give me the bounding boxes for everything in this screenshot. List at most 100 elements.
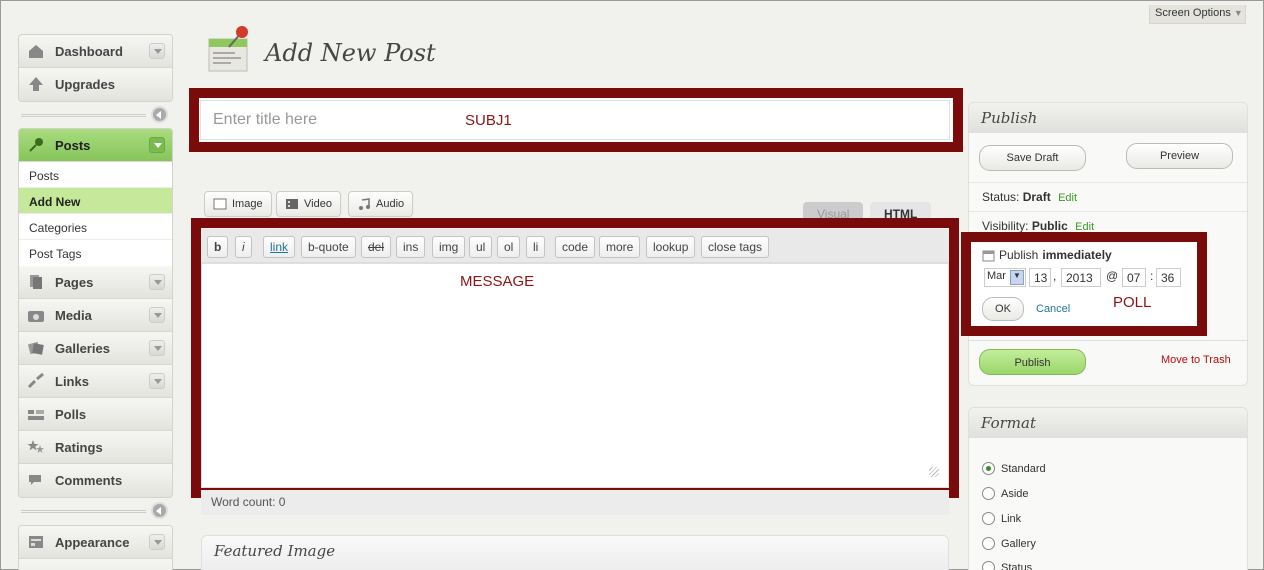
quicktag-bquote-button[interactable]: b-quote: [301, 236, 356, 258]
preview-button[interactable]: Preview: [1126, 143, 1233, 169]
radio-icon[interactable]: [982, 537, 995, 550]
quicktag-code-button[interactable]: code: [555, 236, 596, 258]
quicktag-more-button[interactable]: more: [599, 236, 641, 258]
media-button-label: Audio: [376, 198, 405, 210]
menu-item-polls[interactable]: Polls: [19, 398, 172, 431]
post-title-input[interactable]: [200, 100, 950, 140]
menu-label: Comments: [55, 473, 123, 488]
menu-item-next[interactable]: [19, 559, 172, 570]
year-input[interactable]: 2013: [1061, 268, 1101, 287]
quicktag-ol-button[interactable]: ol: [497, 236, 521, 258]
featured-image-title[interactable]: Featured Image: [214, 542, 335, 560]
schedule-value: immediately: [1042, 248, 1112, 262]
quicktag-close-tags-button[interactable]: close tags: [701, 236, 770, 258]
screen-options-tab[interactable]: Screen Options ▼: [1149, 5, 1246, 24]
quicktag-lookup-button[interactable]: lookup: [646, 236, 696, 258]
format-option-aside[interactable]: Aside: [982, 487, 1029, 500]
month-select[interactable]: Mar ▼: [984, 268, 1026, 287]
save-draft-button[interactable]: Save Draft: [979, 145, 1086, 171]
quicktag-del-button[interactable]: del: [361, 236, 392, 258]
menu-separator: [21, 502, 173, 520]
submenu-item-add-new[interactable]: Add New: [19, 188, 172, 214]
menu-item-pages[interactable]: Pages: [19, 266, 172, 299]
quicktag-link-button[interactable]: link: [263, 236, 296, 258]
time-colon: :: [1150, 269, 1154, 283]
post-header-icon: [208, 26, 248, 72]
quicktag-img-button[interactable]: img: [432, 236, 466, 258]
quicktags-toolbar: b i link b-quote del ins img ul ol li co…: [201, 229, 949, 263]
menu-item-ratings[interactable]: Ratings: [19, 431, 172, 464]
format-option-standard[interactable]: Standard: [982, 462, 1046, 475]
quicktag-ins-button[interactable]: ins: [396, 236, 426, 258]
chevron-down-icon[interactable]: [149, 137, 165, 153]
minute-input[interactable]: 36: [1156, 268, 1181, 287]
menu-item-comments[interactable]: Comments: [19, 464, 172, 497]
cancel-link[interactable]: Cancel: [1036, 303, 1070, 315]
edit-status-link[interactable]: Edit: [1058, 192, 1077, 204]
dashboard-icon: [29, 45, 43, 58]
resize-handle-icon[interactable]: [929, 467, 939, 477]
chevron-down-icon[interactable]: [149, 43, 165, 59]
chevron-down-icon: ▼: [1233, 8, 1243, 18]
chevron-down-icon[interactable]: ▼: [1010, 270, 1024, 285]
quicktag-bold-button[interactable]: b: [207, 236, 229, 258]
quicktag-li-button[interactable]: li: [526, 236, 546, 258]
format-option-label: Aside: [1001, 487, 1029, 500]
chevron-down-icon[interactable]: [149, 307, 165, 323]
format-option-gallery[interactable]: Gallery: [982, 537, 1036, 550]
menu-item-galleries[interactable]: Galleries: [19, 332, 172, 365]
chevron-down-icon[interactable]: [149, 274, 165, 290]
day-input[interactable]: 13: [1029, 268, 1051, 287]
menu-label: Dashboard: [55, 44, 123, 59]
menu-label: Ratings: [55, 440, 103, 455]
menu-label: Polls: [55, 407, 87, 422]
radio-checked-icon[interactable]: [982, 462, 995, 475]
format-option-status[interactable]: Status: [982, 561, 1032, 570]
media-button-label: Image: [232, 198, 263, 210]
polls-icon: [28, 410, 44, 420]
ok-button[interactable]: OK: [982, 297, 1024, 321]
menu-item-links[interactable]: Links: [19, 365, 172, 398]
menu-item-posts[interactable]: Posts: [19, 129, 172, 162]
menu-label: Links: [55, 374, 89, 389]
move-to-trash-link[interactable]: Move to Trash: [1161, 354, 1231, 366]
visibility-value: Public: [1031, 219, 1068, 233]
format-option-link[interactable]: Link: [982, 512, 1021, 525]
links-icon: [27, 373, 44, 389]
menu-item-upgrades[interactable]: Upgrades: [19, 68, 172, 101]
hour-input[interactable]: 07: [1122, 268, 1146, 287]
radio-icon[interactable]: [982, 561, 995, 570]
submenu-item-post-tags[interactable]: Post Tags: [19, 240, 172, 266]
add-image-button[interactable]: Image: [204, 191, 272, 217]
image-icon: [213, 198, 227, 210]
chevron-down-icon[interactable]: [149, 534, 165, 550]
menu-label: Media: [55, 308, 92, 323]
menu-item-appearance[interactable]: Appearance: [19, 526, 172, 559]
radio-icon[interactable]: [982, 512, 995, 525]
collapse-arrow-icon[interactable]: [151, 106, 168, 123]
schedule-label: Publish: [999, 248, 1039, 262]
add-audio-button[interactable]: Audio: [348, 191, 414, 217]
poll-annotation: POLL: [1113, 294, 1152, 311]
post-content-textarea[interactable]: [201, 263, 949, 488]
radio-icon[interactable]: [982, 487, 995, 500]
quicktag-italic-button[interactable]: i: [235, 236, 252, 258]
collapse-arrow-icon[interactable]: [151, 502, 168, 519]
visibility-label: Visibility:: [982, 219, 1029, 233]
ratings-icon: [27, 440, 44, 453]
submenu-item-all-posts[interactable]: Posts: [19, 162, 172, 188]
chevron-down-icon[interactable]: [149, 340, 165, 356]
submenu-item-categories[interactable]: Categories: [19, 214, 172, 240]
publish-button[interactable]: Publish: [979, 349, 1086, 375]
quicktag-ul-button[interactable]: ul: [469, 236, 493, 258]
admin-menu-posts: Posts Posts Add New Categories Post Tags…: [18, 128, 173, 498]
format-box-title: Format: [969, 408, 1247, 438]
menu-label: Upgrades: [55, 77, 115, 92]
menu-item-dashboard[interactable]: Dashboard: [19, 35, 172, 68]
date-comma: ,: [1053, 269, 1057, 283]
menu-item-media[interactable]: Media: [19, 299, 172, 332]
add-video-button[interactable]: Video: [276, 191, 341, 217]
appearance-icon: [29, 536, 43, 548]
comments-icon: [29, 475, 41, 485]
chevron-down-icon[interactable]: [149, 373, 165, 389]
